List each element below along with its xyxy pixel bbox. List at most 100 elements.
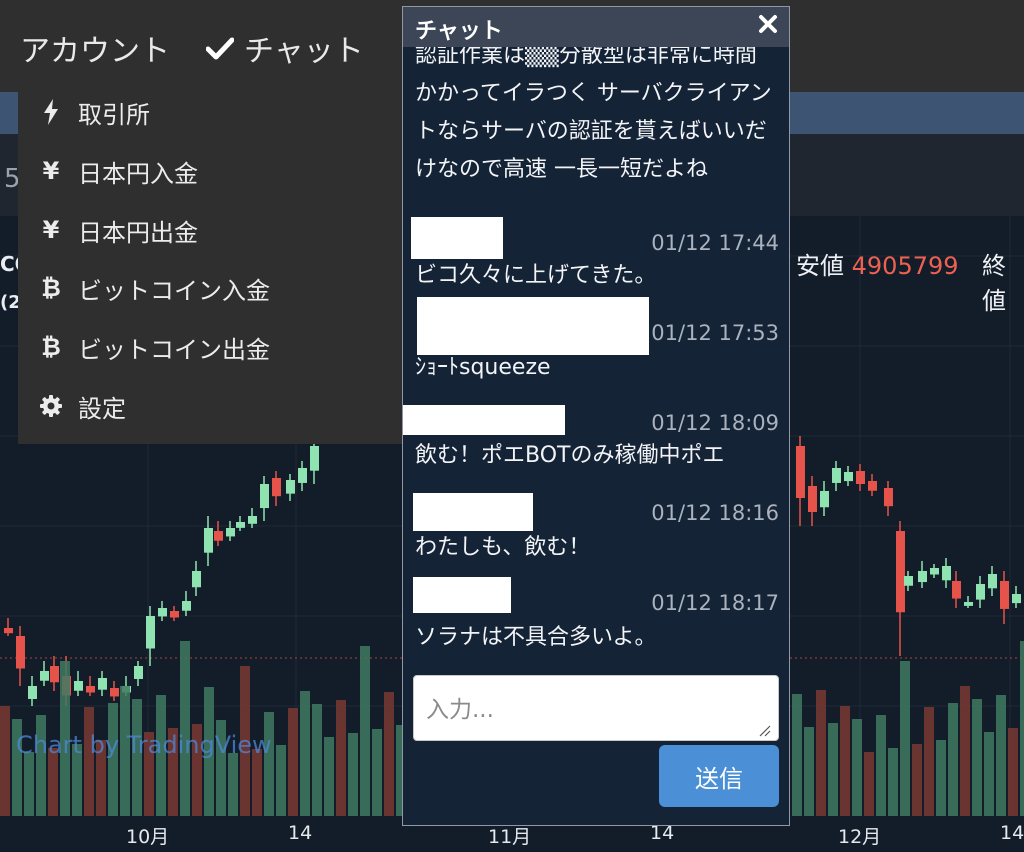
- candle-body: [844, 472, 853, 482]
- volume-bar: [924, 707, 934, 816]
- candle-body: [236, 522, 245, 528]
- candle-body: [310, 446, 319, 471]
- account-dropdown-menu: 取引所 ¥ 日本円入金 ¥ 日本円出金 ₿ ビットコイン入金 ₿ ビットコイン出…: [18, 84, 404, 444]
- low-stat: 安値 4905799: [796, 246, 959, 281]
- menu-item-jpy-withdraw[interactable]: ¥ 日本円出金: [38, 210, 198, 250]
- volume-bar: [816, 690, 826, 816]
- volume-bar: [960, 686, 970, 816]
- checkmark-icon: [206, 37, 234, 60]
- candle-body: [182, 601, 191, 611]
- candle-body: [226, 528, 235, 537]
- x-tick-dec-14: 14: [1000, 822, 1024, 844]
- chat-message: ビコ久々に上げてきた。: [415, 263, 657, 288]
- low-value: 4905799: [851, 252, 959, 280]
- candle-body: [952, 581, 961, 599]
- close-icon[interactable]: [757, 13, 779, 35]
- volume-bar: [312, 704, 322, 816]
- menu-item-label: 日本円入金: [78, 159, 198, 188]
- gear-icon: [38, 394, 64, 418]
- nav-chat-label: チャット: [244, 34, 364, 69]
- candle-body: [1012, 594, 1021, 604]
- volume-bar: [972, 699, 982, 816]
- candle-body: [134, 666, 143, 679]
- volume-bar: [948, 703, 958, 816]
- candle-body: [248, 516, 257, 524]
- tradingview-watermark[interactable]: Chart by TradingView: [16, 731, 272, 759]
- resize-grip-icon[interactable]: [759, 725, 771, 737]
- candle-body: [904, 576, 913, 586]
- menu-item-btc-deposit[interactable]: ₿ ビットコイン入金: [38, 268, 270, 308]
- lightning-icon: [38, 99, 64, 125]
- x-tick-oct-14: 14: [288, 822, 313, 844]
- volume-bar: [0, 706, 10, 816]
- candle-body: [40, 671, 49, 681]
- volume-bar: [900, 661, 910, 816]
- volume-bar: [84, 707, 94, 816]
- bitcoin-icon: ₿: [41, 273, 61, 302]
- candle-body: [204, 528, 213, 553]
- candle-body: [930, 568, 939, 575]
- message-time: 01/12 18:17: [651, 591, 779, 615]
- yen-icon: ¥: [42, 157, 60, 185]
- redacted-username: [413, 577, 511, 613]
- candle-body: [286, 480, 295, 494]
- volume-bar: [864, 752, 874, 816]
- chat-input[interactable]: [413, 675, 779, 741]
- candle-body: [158, 608, 167, 617]
- x-tick-oct: 10月: [126, 826, 170, 848]
- candle-body: [4, 628, 13, 634]
- candle-body: [214, 531, 223, 541]
- menu-item-label: ビットコイン出金: [78, 335, 270, 364]
- volume-bar: [804, 727, 814, 816]
- volume-bar: [324, 737, 334, 816]
- volume-bar: [24, 752, 34, 816]
- candle-body: [86, 686, 95, 693]
- menu-item-btc-withdraw[interactable]: ₿ ビットコイン出金: [38, 327, 270, 367]
- volume-bar: [912, 744, 922, 816]
- nav-chat[interactable]: チャット: [206, 26, 364, 70]
- chat-message: 飲む！ポエBOTのみ稼働中ポエ: [415, 443, 725, 468]
- candle-body: [896, 531, 905, 613]
- candle-body: [98, 678, 107, 690]
- volume-bar: [180, 641, 190, 816]
- candle-body: [260, 484, 269, 509]
- redacted-username: [403, 405, 565, 435]
- candle-body: [192, 571, 201, 588]
- bitcoin-icon: ₿: [41, 332, 61, 361]
- menu-item-exchange[interactable]: 取引所: [38, 92, 150, 132]
- send-button[interactable]: 送信: [659, 745, 779, 807]
- candle-body: [50, 666, 59, 683]
- volume-bar: [984, 732, 994, 816]
- chat-header[interactable]: チャット: [403, 7, 789, 47]
- redacted-username: [411, 217, 503, 259]
- candle-body: [146, 616, 155, 649]
- volume-bar: [1008, 728, 1018, 816]
- candle-body: [74, 681, 83, 691]
- candle-body: [110, 688, 119, 697]
- candle-body: [942, 566, 951, 581]
- candle-body: [976, 584, 985, 600]
- menu-item-settings[interactable]: 設定: [38, 386, 126, 426]
- candle-body: [988, 574, 997, 589]
- volume-bar: [828, 723, 838, 816]
- candle-body: [884, 488, 893, 507]
- volume-bar: [840, 706, 850, 816]
- volume-bar: [276, 745, 286, 816]
- close-stat: 終値: [982, 246, 1024, 316]
- menu-item-jpy-deposit[interactable]: ¥ 日本円入金: [38, 151, 198, 191]
- volume-bar: [792, 694, 802, 816]
- volume-bar: [876, 715, 886, 816]
- redacted-username: [417, 297, 649, 355]
- candle-body: [170, 611, 179, 618]
- yen-icon: ¥: [42, 216, 60, 244]
- nav-account[interactable]: アカウント: [20, 26, 170, 70]
- candle-body: [272, 478, 281, 497]
- volume-bar: [348, 733, 358, 816]
- volume-bar: [228, 753, 238, 816]
- candle-body: [918, 571, 927, 583]
- volume-bar: [252, 749, 262, 816]
- message-time: 01/12 18:09: [651, 411, 779, 435]
- candle-body: [796, 446, 805, 498]
- candle-body: [808, 486, 817, 512]
- close-label: 終値: [982, 252, 1006, 315]
